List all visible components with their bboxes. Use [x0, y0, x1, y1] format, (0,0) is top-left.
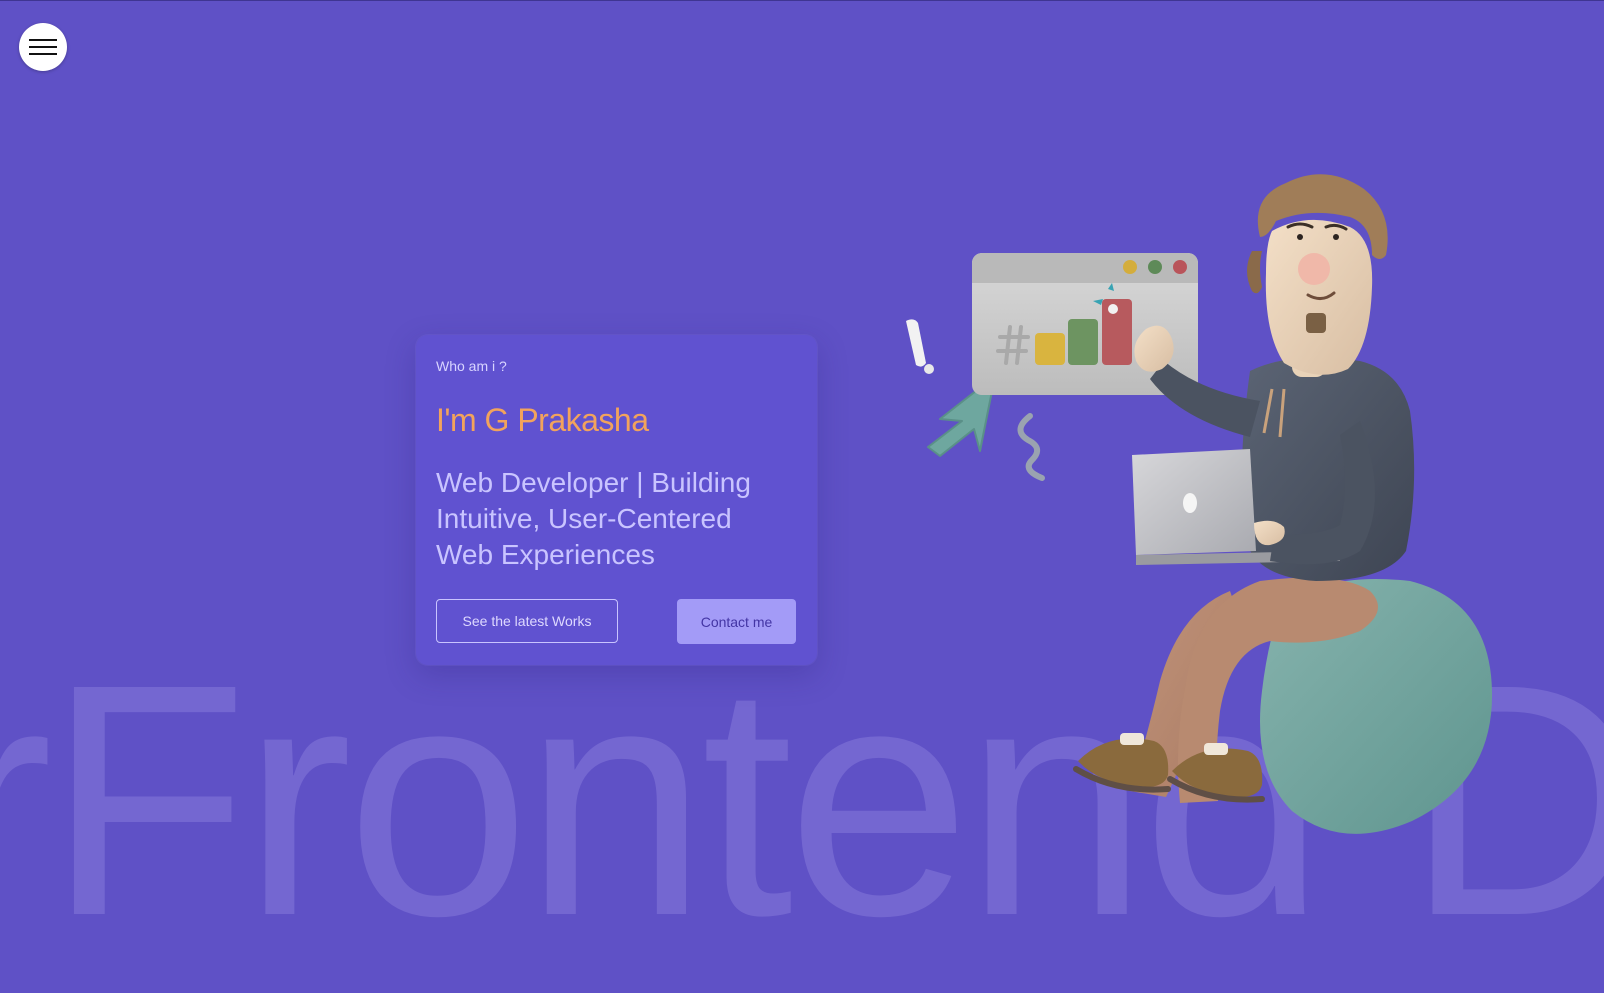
menu-button[interactable]: [19, 23, 67, 71]
page: rFrontend D Who am i ? I'm G Prakasha We…: [0, 0, 1604, 993]
hamburger-menu-icon: [29, 39, 57, 41]
intro-tagline: Web Developer | Building Intuitive, User…: [436, 467, 751, 570]
intro-card: Who am i ? I'm G Prakasha Web Developer …: [416, 335, 817, 665]
intro-eyebrow: Who am i ?: [436, 358, 507, 374]
squiggle-icon: [1017, 413, 1045, 481]
intro-name: I'm G Prakasha: [436, 402, 649, 438]
developer-illustration: [906, 174, 1493, 834]
contact-me-button[interactable]: Contact me: [677, 599, 796, 644]
exclamation-icon: [906, 319, 934, 374]
see-latest-works-button[interactable]: See the latest Works: [436, 599, 618, 643]
